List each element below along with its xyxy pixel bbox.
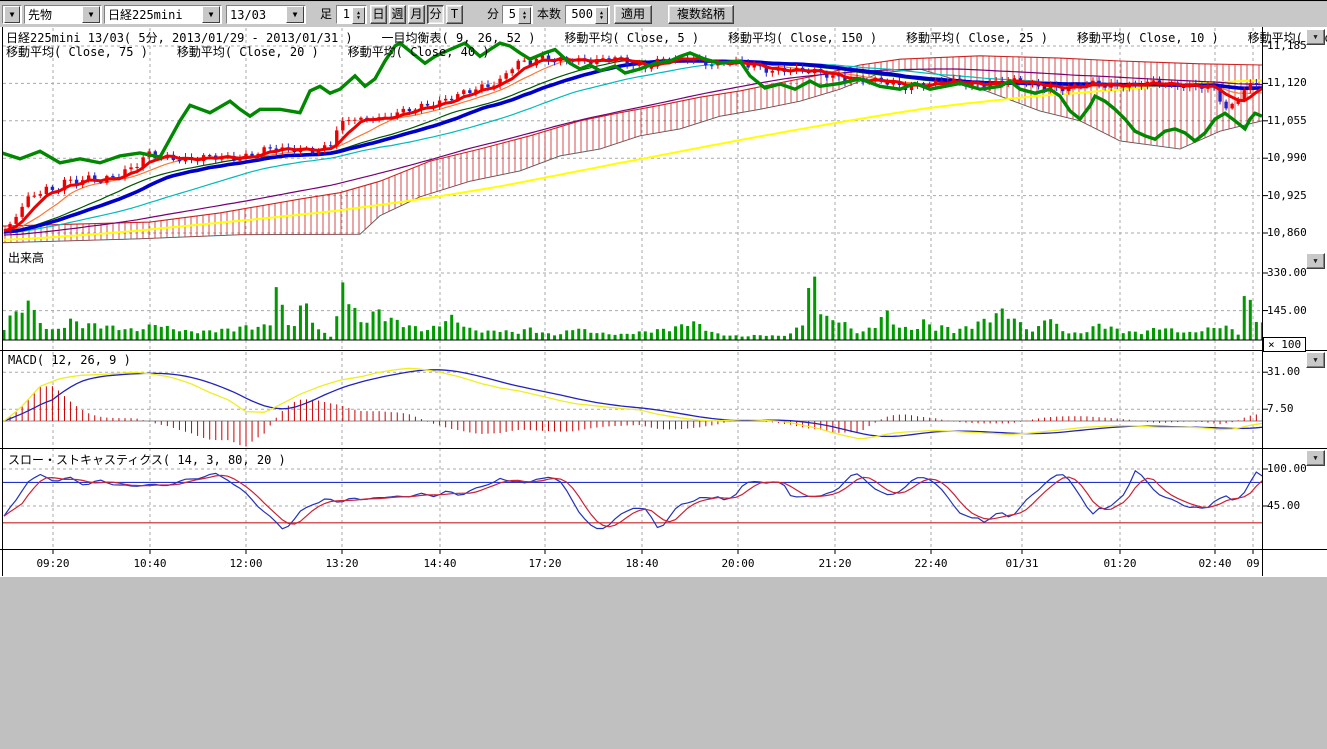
contract-month-combobox[interactable]: 13/03 ▼ — [226, 5, 306, 24]
x-axis-time-label: 10:40 — [133, 557, 166, 570]
chevron-down-icon[interactable]: ▼ — [82, 6, 100, 23]
price-panel-dropdown-button[interactable]: ▼ — [1306, 29, 1325, 45]
x-axis-time-label: 20:00 — [721, 557, 754, 570]
contract-month-value: 13/03 — [227, 8, 285, 22]
y-axis-label: 330.00 — [1267, 266, 1307, 279]
x-axis-time-label: 09 — [1246, 557, 1259, 570]
x-axis-time-label: 18:40 — [625, 557, 658, 570]
x-axis-time-label: 09:20 — [36, 557, 69, 570]
chevron-down-icon[interactable]: ▼ — [4, 6, 20, 23]
chart-indicator-line2: 移動平均( Close, 75 ) 移動平均( Close, 20 ) 移動平均… — [6, 43, 490, 60]
bar-count-stepper[interactable]: 500 ▲▼ — [565, 5, 610, 24]
macd-panel-label: MACD( 12, 26, 9 ) — [8, 353, 131, 367]
bar-count-label: 本数 — [537, 5, 561, 24]
spinner-icon[interactable]: ▲▼ — [595, 7, 608, 24]
symbol-combobox[interactable]: 日経225mini ▼ — [104, 5, 222, 24]
symbol-value: 日経225mini — [105, 6, 201, 23]
x-axis-time-label: 12:00 — [229, 557, 262, 570]
macd-panel-dropdown-button[interactable]: ▼ — [1306, 352, 1325, 368]
volume-panel-dropdown-button[interactable]: ▼ — [1306, 253, 1325, 269]
x-axis-time-label: 02:40 — [1198, 557, 1231, 570]
period-minute-button[interactable]: 分 — [427, 5, 444, 24]
y-axis-label: 10,925 — [1267, 189, 1307, 202]
minute-value: 5 — [503, 6, 517, 23]
minute-stepper[interactable]: 5 ▲▼ — [502, 5, 533, 24]
y-axis-label: 11,185 — [1267, 39, 1307, 52]
x-axis-time-label: 01/31 — [1005, 557, 1038, 570]
period-week-button[interactable]: 週 — [389, 5, 406, 24]
x-axis-time-label: 14:40 — [423, 557, 456, 570]
x-axis-time-label: 01:20 — [1103, 557, 1136, 570]
category-combobox[interactable]: 先物 ▼ — [24, 5, 102, 24]
chart-area[interactable]: 日経225mini 13/03( 5分, 2013/01/29 - 2013/0… — [0, 27, 1327, 577]
chart-application-window: ▼ 先物 ▼ 日経225mini ▼ 13/03 ▼ 足 1 ▲▼ 日 週 月 … — [0, 0, 1327, 749]
period-tick-button[interactable]: T — [446, 5, 463, 24]
y-axis-label: 11,120 — [1267, 76, 1307, 89]
category-value: 先物 — [25, 6, 81, 23]
y-axis-label: 31.00 — [1267, 365, 1300, 378]
chevron-down-icon[interactable]: ▼ — [286, 6, 304, 23]
minute-label: 分 — [487, 5, 499, 24]
y-axis-label: 11,055 — [1267, 114, 1307, 127]
chevron-down-icon[interactable]: ▼ — [202, 6, 220, 23]
multi-symbol-button[interactable]: 複数銘柄 — [668, 5, 734, 24]
x-axis-time-label: 17:20 — [528, 557, 561, 570]
volume-panel-label: 出来高 — [8, 249, 44, 266]
y-axis-label: 10,860 — [1267, 226, 1307, 239]
stochastics-panel-label: スロー・ストキャスティクス( 14, 3, 80, 20 ) — [8, 451, 286, 468]
spinner-icon[interactable]: ▲▼ — [352, 7, 365, 24]
bar-count-value: 500 — [566, 6, 594, 23]
y-axis-label: 10,990 — [1267, 151, 1307, 164]
bar-type-label: 足 — [320, 5, 332, 24]
spinner-icon[interactable]: ▲▼ — [518, 7, 531, 24]
bar-interval-value: 1 — [337, 6, 351, 23]
x-axis-time-label: 13:20 — [325, 557, 358, 570]
window-background — [0, 577, 1327, 749]
apply-button[interactable]: 適用 — [614, 5, 652, 24]
bar-interval-stepper[interactable]: 1 ▲▼ — [336, 5, 367, 24]
x-axis-time-label: 22:40 — [914, 557, 947, 570]
period-month-button[interactable]: 月 — [408, 5, 425, 24]
period-day-button[interactable]: 日 — [370, 5, 387, 24]
volume-multiplier-badge: × 100 — [1263, 337, 1306, 352]
y-axis-label: 100.00 — [1267, 462, 1307, 475]
y-axis-label: 145.00 — [1267, 304, 1307, 317]
mini-combobox[interactable]: ▼ — [2, 5, 22, 24]
y-axis-label: 7.50 — [1267, 402, 1294, 415]
y-axis-label: 45.00 — [1267, 499, 1300, 512]
toolbar: ▼ 先物 ▼ 日経225mini ▼ 13/03 ▼ 足 1 ▲▼ 日 週 月 … — [0, 2, 1327, 28]
x-axis-time-label: 21:20 — [818, 557, 851, 570]
stoch-panel-dropdown-button[interactable]: ▼ — [1306, 450, 1325, 466]
chart-canvas[interactable] — [0, 27, 1327, 577]
